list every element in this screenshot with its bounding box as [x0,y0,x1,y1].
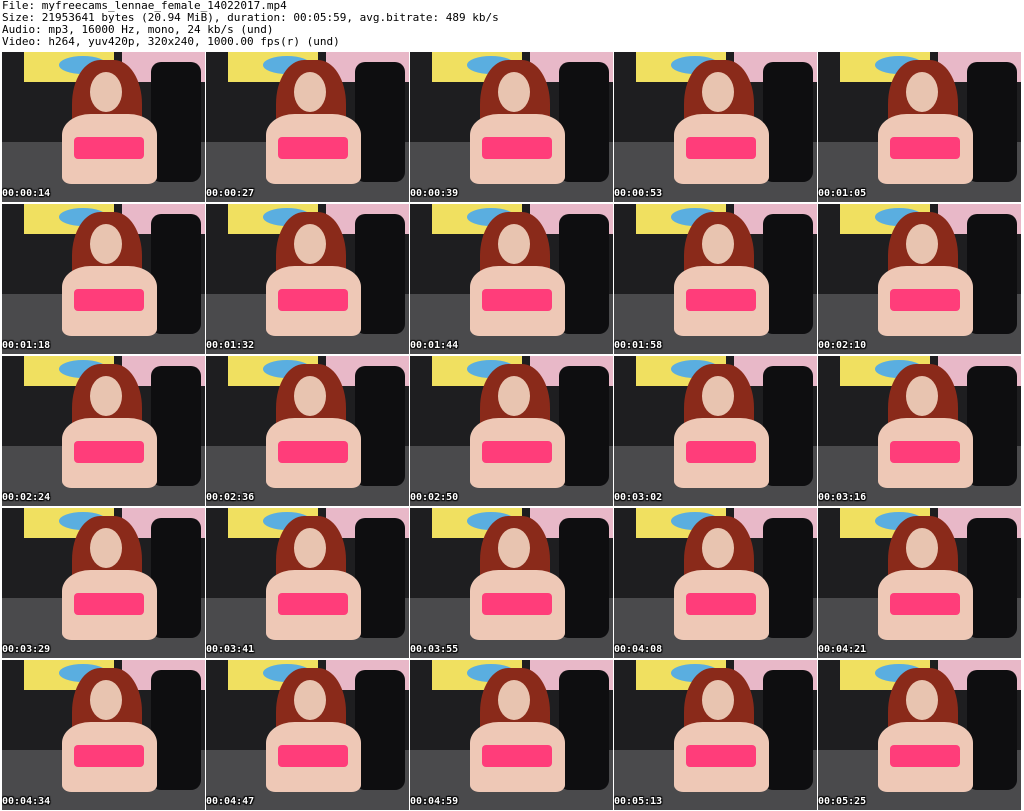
thumbnail: 00:05:25 [818,660,1021,810]
thumbnail: 00:00:53 [614,52,817,202]
thumbnail-grid: 00:00:14 00:00:27 00:00:39 00:00:53 00:0… [2,52,1022,810]
thumbnail-timestamp: 00:00:14 [2,188,51,199]
thumbnail-timestamp: 00:05:13 [614,796,663,807]
thumbnail: 00:00:27 [206,52,409,202]
thumbnail-timestamp: 00:03:55 [410,644,459,655]
thumbnail-timestamp: 00:04:47 [206,796,255,807]
thumbnail-timestamp: 00:04:34 [2,796,51,807]
thumbnail-timestamp: 00:04:59 [410,796,459,807]
thumbnail-timestamp: 00:01:18 [2,340,51,351]
thumbnail: 00:04:34 [2,660,205,810]
thumbnail-timestamp: 00:02:10 [818,340,867,351]
thumbnail: 00:03:55 [410,508,613,658]
thumbnail-timestamp: 00:01:58 [614,340,663,351]
thumbnail: 00:03:29 [2,508,205,658]
thumbnail: 00:02:10 [818,204,1021,354]
thumbnail-timestamp: 00:02:50 [410,492,459,503]
thumbnail: 00:04:08 [614,508,817,658]
thumbnail: 00:00:39 [410,52,613,202]
thumbnail-timestamp: 00:01:32 [206,340,255,351]
thumbnail: 00:01:32 [206,204,409,354]
thumbnail: 00:01:58 [614,204,817,354]
thumbnail-timestamp: 00:02:24 [2,492,51,503]
file-info-header: File: myfreecams_lennae_female_14022017.… [2,0,1022,50]
thumbnail: 00:03:16 [818,356,1021,506]
thumbnail: 00:02:36 [206,356,409,506]
thumbnail-timestamp: 00:00:39 [410,188,459,199]
thumbnail-timestamp: 00:02:36 [206,492,255,503]
thumbnail: 00:01:18 [2,204,205,354]
thumbnail: 00:01:05 [818,52,1021,202]
thumbnail-timestamp: 00:01:44 [410,340,459,351]
thumbnail-timestamp: 00:03:16 [818,492,867,503]
thumbnail-timestamp: 00:03:41 [206,644,255,655]
thumbnail: 00:03:02 [614,356,817,506]
thumbnail: 00:01:44 [410,204,613,354]
thumbnail: 00:00:14 [2,52,205,202]
thumbnail: 00:03:41 [206,508,409,658]
thumbnail: 00:04:47 [206,660,409,810]
video-info-line: Video: h264, yuv420p, 320x240, 1000.00 f… [2,35,340,48]
thumbnail-timestamp: 00:05:25 [818,796,867,807]
thumbnail-timestamp: 00:00:27 [206,188,255,199]
thumbnail: 00:04:21 [818,508,1021,658]
thumbnail-timestamp: 00:00:53 [614,188,663,199]
thumbnail: 00:02:50 [410,356,613,506]
thumbnail-timestamp: 00:03:29 [2,644,51,655]
thumbnail: 00:04:59 [410,660,613,810]
thumbnail-timestamp: 00:03:02 [614,492,663,503]
thumbnail-timestamp: 00:01:05 [818,188,867,199]
thumbnail: 00:05:13 [614,660,817,810]
thumbnail-timestamp: 00:04:21 [818,644,867,655]
thumbnail: 00:02:24 [2,356,205,506]
thumbnail-timestamp: 00:04:08 [614,644,663,655]
